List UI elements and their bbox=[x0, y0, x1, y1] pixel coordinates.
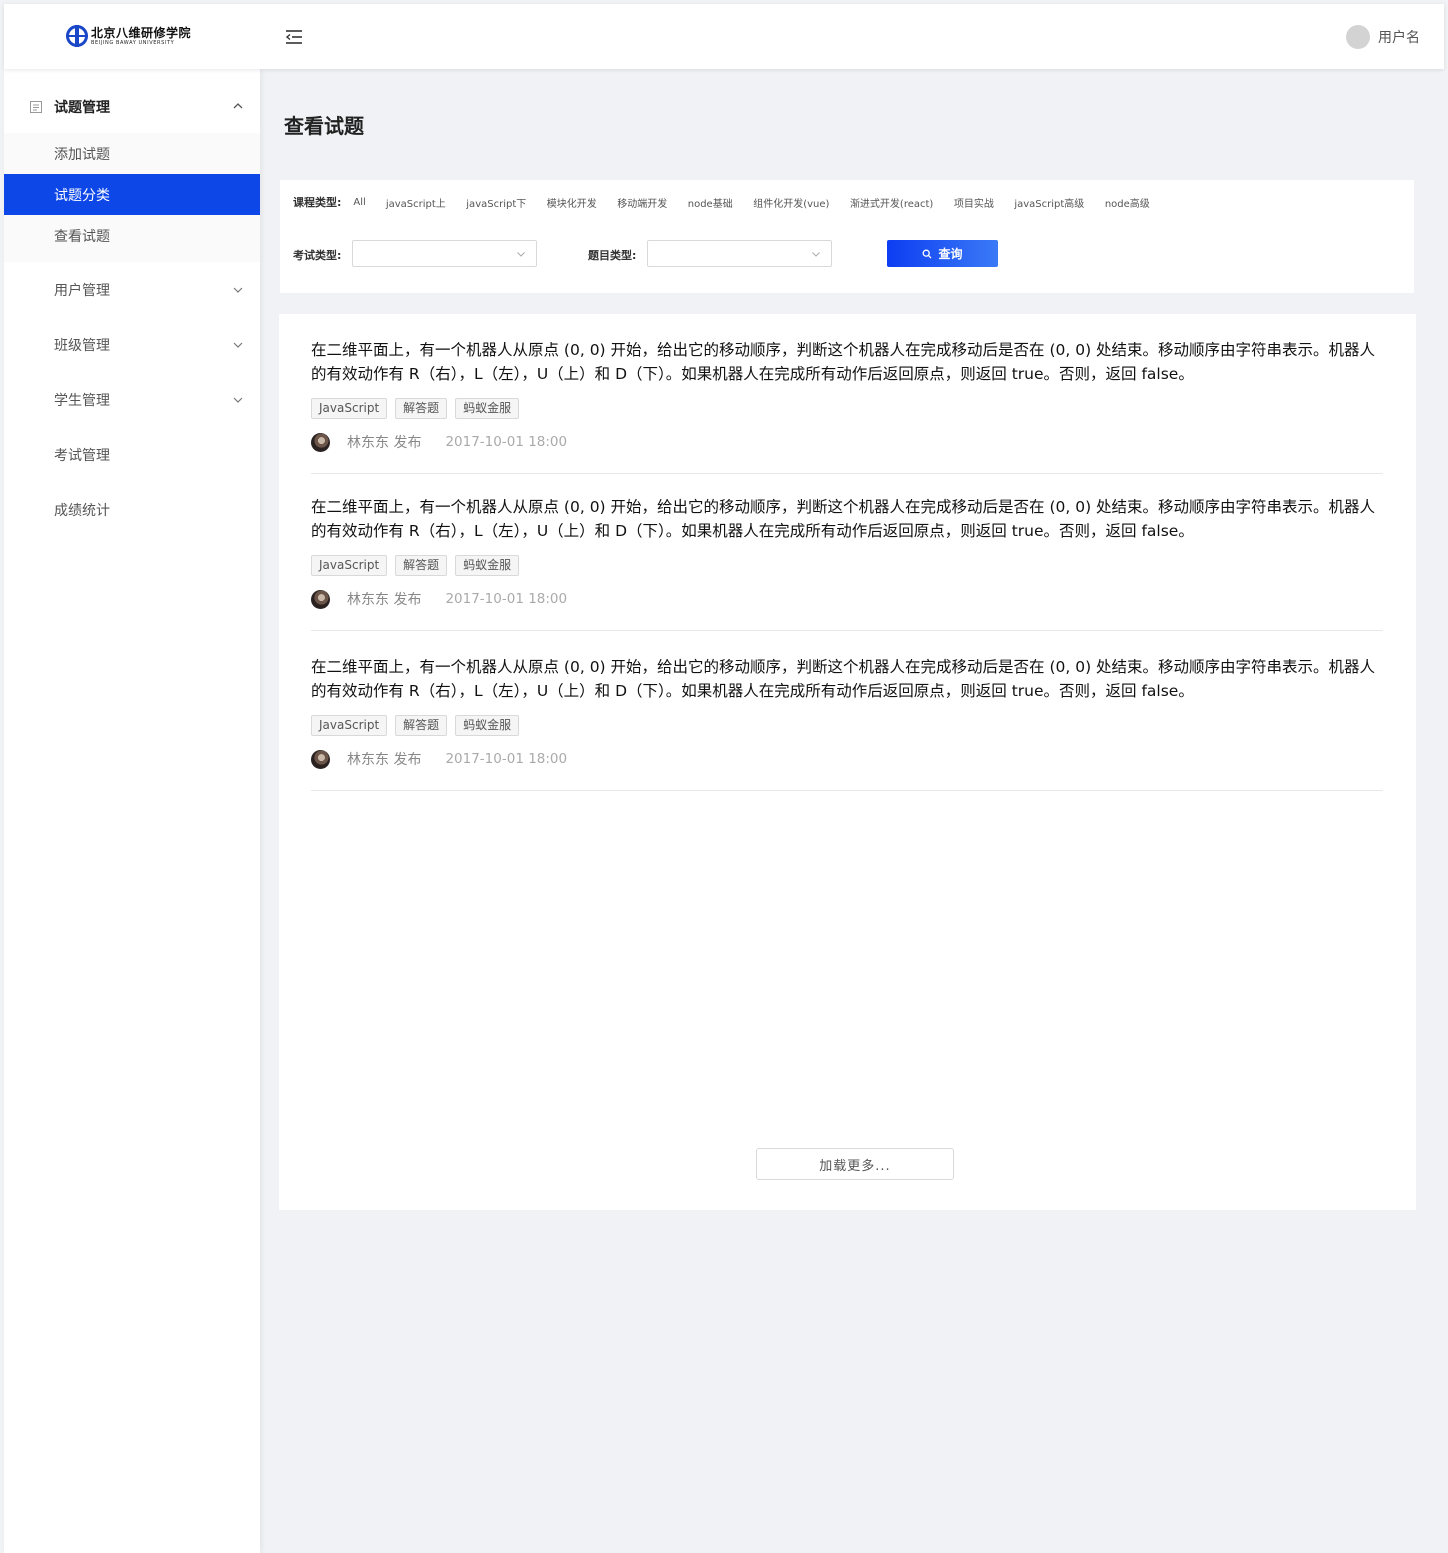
page-title: 查看试题 bbox=[284, 114, 364, 138]
question-tag: 解答题 bbox=[395, 398, 448, 419]
query-button[interactable]: 查询 bbox=[887, 240, 998, 267]
question-time: 2017-10-01 18:00 bbox=[445, 751, 568, 767]
question-tags: JavaScript 解答题 蚂蚁金服 bbox=[311, 555, 1383, 576]
sidebar-item-label: 考试管理 bbox=[54, 447, 110, 464]
question-tag: JavaScript bbox=[311, 715, 388, 736]
sidebar-item-view-questions[interactable]: 查看试题 bbox=[4, 215, 260, 256]
sidebar-item-label: 添加试题 bbox=[54, 146, 110, 163]
question-author: 林东东 发布 bbox=[347, 435, 422, 451]
logo-cn-text: 北京八维研修学院 bbox=[91, 25, 192, 40]
course-type-filter: 课程类型: All javaScript上 javaScript下 模块化开发 … bbox=[293, 194, 1170, 210]
menu-fold-icon[interactable] bbox=[284, 27, 304, 47]
question-tag: 蚂蚁金服 bbox=[455, 555, 520, 576]
course-tag[interactable]: 渐进式开发(react) bbox=[850, 195, 933, 210]
question-type-select[interactable] bbox=[647, 240, 832, 267]
course-tag[interactable]: 移动端开发 bbox=[617, 195, 667, 210]
chevron-up-icon bbox=[233, 103, 243, 109]
course-tag[interactable]: javaScript下 bbox=[466, 195, 526, 210]
question-meta: 林东东 发布 2017-10-01 18:00 bbox=[311, 588, 1383, 610]
sidebar-group-question-management[interactable]: 试题管理 bbox=[4, 69, 260, 133]
question-tag: 蚂蚁金服 bbox=[455, 715, 520, 736]
course-tag[interactable]: javaScript上 bbox=[386, 195, 446, 210]
query-button-label: 查询 bbox=[938, 247, 963, 261]
question-author: 林东东 发布 bbox=[347, 752, 422, 768]
course-tag[interactable]: All bbox=[353, 197, 365, 208]
question-tag: 解答题 bbox=[395, 555, 448, 576]
sidebar-group-label: 用户管理 bbox=[54, 282, 110, 299]
question-list: 在二维平面上，有一个机器人从原点 (0, 0) 开始，给出它的移动顺序，判断这个… bbox=[279, 314, 1416, 1210]
course-tag[interactable]: 组件化开发(vue) bbox=[753, 195, 829, 210]
sidebar-item-label: 试题分类 bbox=[54, 187, 110, 204]
app-root: 北京八维研修学院 BEIJING BAWAY UNIVERSITY 用户名 试题… bbox=[0, 0, 1448, 1553]
chevron-down-icon bbox=[517, 252, 525, 257]
load-more-button[interactable]: 加载更多... bbox=[756, 1148, 954, 1180]
chevron-down-icon bbox=[233, 397, 243, 403]
question-time: 2017-10-01 18:00 bbox=[445, 591, 568, 607]
author-avatar bbox=[311, 589, 330, 609]
filter-panel: 课程类型: All javaScript上 javaScript下 模块化开发 … bbox=[280, 180, 1414, 293]
user-avatar bbox=[1346, 25, 1370, 49]
question-item: 在二维平面上，有一个机器人从原点 (0, 0) 开始，给出它的移动顺序，判断这个… bbox=[311, 655, 1383, 791]
sidebar-item-label: 查看试题 bbox=[54, 228, 110, 245]
question-meta: 林东东 发布 2017-10-01 18:00 bbox=[311, 431, 1383, 453]
chevron-down-icon bbox=[233, 342, 243, 348]
question-tag: JavaScript bbox=[311, 398, 388, 419]
course-type-label: 课程类型: bbox=[293, 196, 342, 209]
question-item: 在二维平面上，有一个机器人从原点 (0, 0) 开始，给出它的移动顺序，判断这个… bbox=[311, 495, 1383, 631]
logo-globe-icon bbox=[66, 25, 88, 47]
question-author: 林东东 发布 bbox=[347, 592, 422, 608]
sidebar-group-label: 试题管理 bbox=[54, 100, 110, 116]
chevron-down-icon bbox=[812, 252, 820, 257]
chevron-down-icon bbox=[233, 287, 243, 293]
file-text-icon bbox=[30, 101, 42, 113]
sidebar-group-user-management[interactable]: 用户管理 bbox=[4, 262, 260, 317]
sidebar-group-student-management[interactable]: 学生管理 bbox=[4, 372, 260, 427]
user-menu[interactable]: 用户名 bbox=[1346, 25, 1420, 49]
course-tag[interactable]: node高级 bbox=[1105, 195, 1150, 210]
question-tag: 解答题 bbox=[395, 715, 448, 736]
sidebar-item-score-statistics[interactable]: 成绩统计 bbox=[4, 482, 260, 537]
question-tags: JavaScript 解答题 蚂蚁金服 bbox=[311, 715, 1383, 736]
question-text[interactable]: 在二维平面上，有一个机器人从原点 (0, 0) 开始，给出它的移动顺序，判断这个… bbox=[311, 655, 1383, 703]
question-meta: 林东东 发布 2017-10-01 18:00 bbox=[311, 748, 1383, 770]
author-avatar bbox=[311, 432, 330, 452]
search-icon bbox=[923, 249, 932, 258]
question-tag: 蚂蚁金服 bbox=[455, 398, 520, 419]
logo-en-text: BEIJING BAWAY UNIVERSITY bbox=[91, 39, 175, 46]
question-text[interactable]: 在二维平面上，有一个机器人从原点 (0, 0) 开始，给出它的移动顺序，判断这个… bbox=[311, 495, 1383, 543]
question-tags: JavaScript 解答题 蚂蚁金服 bbox=[311, 398, 1383, 419]
question-text[interactable]: 在二维平面上，有一个机器人从原点 (0, 0) 开始，给出它的移动顺序，判断这个… bbox=[311, 338, 1383, 386]
sidebar-item-question-category[interactable]: 试题分类 bbox=[4, 174, 260, 215]
course-tag[interactable]: 项目实战 bbox=[954, 195, 994, 210]
submenu-question-management: 添加试题 试题分类 查看试题 bbox=[4, 133, 260, 262]
sidebar-group-class-management[interactable]: 班级管理 bbox=[4, 317, 260, 372]
username-label: 用户名 bbox=[1378, 30, 1420, 46]
sidebar-item-label: 成绩统计 bbox=[54, 502, 110, 519]
logo[interactable]: 北京八维研修学院 BEIJING BAWAY UNIVERSITY bbox=[66, 22, 206, 50]
exam-type-select[interactable] bbox=[352, 240, 537, 267]
top-header: 北京八维研修学院 BEIJING BAWAY UNIVERSITY 用户名 bbox=[4, 4, 1444, 69]
question-item: 在二维平面上，有一个机器人从原点 (0, 0) 开始，给出它的移动顺序，判断这个… bbox=[311, 338, 1383, 474]
exam-type-label: 考试类型: bbox=[293, 249, 342, 262]
question-type-label: 题目类型: bbox=[588, 249, 637, 262]
course-tag[interactable]: 模块化开发 bbox=[547, 195, 597, 210]
sidebar-group-label: 班级管理 bbox=[54, 337, 110, 354]
question-time: 2017-10-01 18:00 bbox=[445, 434, 568, 450]
sidebar-group-label: 学生管理 bbox=[54, 392, 110, 409]
author-avatar bbox=[311, 749, 330, 769]
sidebar-item-add-question[interactable]: 添加试题 bbox=[4, 133, 260, 174]
sidebar-item-exam-management[interactable]: 考试管理 bbox=[4, 427, 260, 482]
sidebar: 试题管理 添加试题 试题分类 查看试题 用户管理 班级管理 学生管理 考试管理 … bbox=[4, 69, 260, 1553]
course-tag[interactable]: javaScript高级 bbox=[1014, 195, 1084, 210]
question-tag: JavaScript bbox=[311, 555, 388, 576]
course-tag[interactable]: node基础 bbox=[688, 195, 733, 210]
